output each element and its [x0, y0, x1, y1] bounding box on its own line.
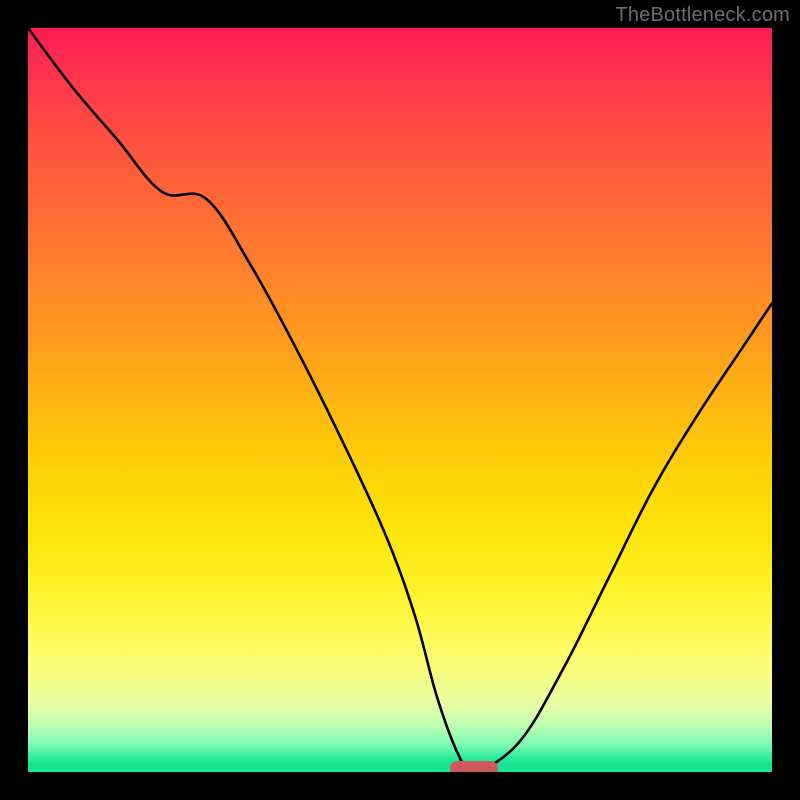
- bottleneck-curve: [28, 28, 772, 772]
- optimal-marker: [450, 761, 498, 772]
- plot-area: [28, 28, 772, 772]
- chart-frame: TheBottleneck.com: [0, 0, 800, 800]
- watermark-text: TheBottleneck.com: [615, 4, 790, 27]
